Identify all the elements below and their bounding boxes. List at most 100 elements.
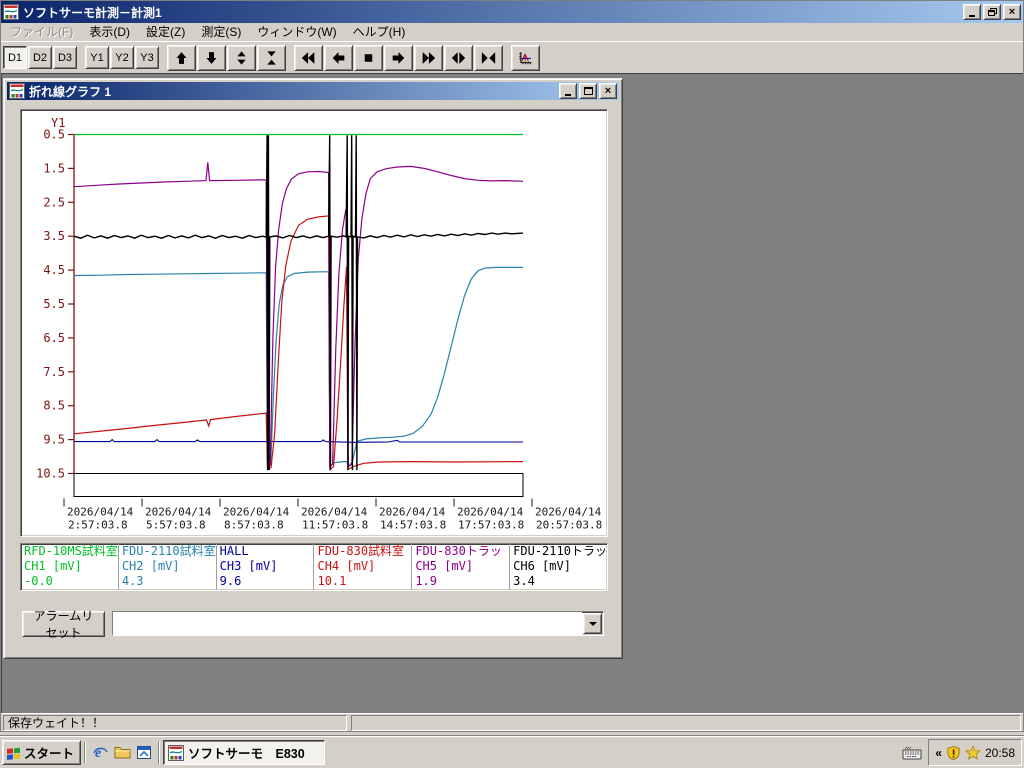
left-arrow-button[interactable] xyxy=(324,44,353,71)
toolbar-button-d2[interactable]: D2 xyxy=(28,46,52,69)
app-titlebar[interactable]: ソフトサーモ計測－計測1 × xyxy=(1,1,1023,23)
legend-value: 10.1 xyxy=(317,574,347,588)
menu-item[interactable]: 表示(D) xyxy=(81,24,138,41)
svg-text:20:57:03.8: 20:57:03.8 xyxy=(536,519,602,532)
folder-icon[interactable] xyxy=(111,740,133,765)
graph-setup-icon xyxy=(519,51,532,64)
collapse-horizontal-button[interactable] xyxy=(474,44,503,71)
skip-forward-button[interactable] xyxy=(414,44,443,71)
graph-minimize-button[interactable] xyxy=(559,83,577,99)
combobox-dropdown-button[interactable] xyxy=(583,613,602,634)
windows-logo-icon xyxy=(6,746,21,760)
menu-item[interactable]: 測定(S) xyxy=(193,24,249,41)
menu-item[interactable]: 設定(Z) xyxy=(138,24,193,41)
menu-item[interactable]: ヘルプ(H) xyxy=(345,24,414,41)
star-icon[interactable] xyxy=(964,745,981,760)
skip-back-button[interactable] xyxy=(294,44,323,71)
right-arrow-button[interactable] xyxy=(384,44,413,71)
screen: ソフトサーモ計測－計測1 × ファイル(F) 表示(D) 設定(Z) 測定(S) ウィン… xyxy=(0,0,1024,768)
toolbar-button-d3[interactable]: D3 xyxy=(53,46,77,69)
right-arrow-icon xyxy=(392,51,405,64)
svg-text:2026/04/14: 2026/04/14 xyxy=(223,506,290,519)
toolbar-button-y2[interactable]: Y2 xyxy=(110,46,134,69)
toolbar-button-y3[interactable]: Y3 xyxy=(135,46,159,69)
graph-window: 折れ線グラフ 1 × Y1 0.5 1.5 2.5 3.5 4.5 5.5 6.5 7.5 8.5… xyxy=(3,78,623,659)
graph-maximize-button[interactable] xyxy=(579,83,597,99)
alarm-combobox-value[interactable] xyxy=(113,612,582,635)
task-button-softthermo[interactable]: ソフトサーモ E830 xyxy=(163,740,326,765)
window-icon[interactable] xyxy=(133,740,155,765)
app-icon xyxy=(3,4,19,20)
legend-cell-ch2: FDU-2110試料室 CH2 [mV] 4.3 xyxy=(119,544,217,590)
menu-item[interactable]: ファイル(F) xyxy=(2,24,81,41)
keyboard-icon[interactable] xyxy=(902,746,922,760)
legend-cell-ch3: HALL CH3 [mV] 9.6 xyxy=(217,544,315,590)
collapse-horizontal-icon xyxy=(481,51,496,64)
svg-text:2:57:03.8: 2:57:03.8 xyxy=(68,519,128,532)
svg-text:11:57:03.8: 11:57:03.8 xyxy=(302,519,368,532)
status-message: 保存ウェイト！！ xyxy=(3,715,347,731)
app-icon xyxy=(168,744,185,761)
chevron-down-icon xyxy=(588,621,597,626)
graph-window-icon xyxy=(9,83,25,99)
legend-name: FDU-2110トラッ xyxy=(513,544,607,558)
svg-text:6.5: 6.5 xyxy=(43,331,65,345)
legend-cell-ch1: RFD-10MS試料室 CH1 [mV] -0.0 xyxy=(21,544,119,590)
legend-cell-ch4: FDU-830試料室 CH4 [mV] 10.1 xyxy=(314,544,413,590)
graph-setup-button[interactable] xyxy=(511,44,540,71)
collapse-vertical-button[interactable] xyxy=(257,44,286,71)
ie-icon[interactable]: e xyxy=(89,740,111,765)
left-arrow-icon xyxy=(332,51,345,64)
legend-cell-ch5: FDU-830トラッ CH5 [mV] 1.9 xyxy=(412,544,511,590)
toolbar-button-y1[interactable]: Y1 xyxy=(85,46,109,69)
minimize-button[interactable] xyxy=(963,4,981,20)
down-arrow-button[interactable] xyxy=(197,44,226,71)
tray-chevron[interactable]: « xyxy=(935,746,942,760)
legend-cell-ch6: FDU-2110トラッ CH6 [mV] 3.4 xyxy=(510,544,607,590)
skip-back-icon xyxy=(301,51,315,64)
svg-text:14:57:03.8: 14:57:03.8 xyxy=(380,519,446,532)
statusbar: 保存ウェイト！！ xyxy=(1,713,1023,731)
menu-item[interactable]: ウィンドウ(W) xyxy=(249,24,344,41)
expand-horizontal-button[interactable] xyxy=(444,44,473,71)
legend-channel: CH4 [mV] xyxy=(317,559,376,573)
expand-vertical-icon xyxy=(237,50,246,65)
up-arrow-button[interactable] xyxy=(167,44,196,71)
start-button[interactable]: スタート xyxy=(2,740,82,765)
legend-value: 4.3 xyxy=(121,574,144,588)
legend-value: 9.6 xyxy=(219,574,242,588)
restore-button[interactable] xyxy=(983,4,1001,20)
expand-vertical-button[interactable] xyxy=(227,44,256,71)
up-arrow-icon xyxy=(176,51,187,64)
mdi-client-area: 折れ線グラフ 1 × Y1 0.5 1.5 2.5 3.5 4.5 5.5 6.5 7.5 8.5… xyxy=(1,73,1023,713)
legend-name: FDU-2110試料室 xyxy=(121,544,216,558)
svg-text:8:57:03.8: 8:57:03.8 xyxy=(224,519,284,532)
graph-window-titlebar[interactable]: 折れ線グラフ 1 × xyxy=(7,82,619,100)
svg-text:2026/04/14: 2026/04/14 xyxy=(535,506,602,519)
legend-name: FDU-830試料室 xyxy=(317,544,405,558)
toolbar-button-d1[interactable]: D1 xyxy=(3,46,27,69)
svg-text:8.5: 8.5 xyxy=(43,399,65,413)
alarm-reset-button[interactable]: アラームリセット xyxy=(22,609,105,640)
clock: 20:58 xyxy=(984,745,1015,760)
menubar: ファイル(F) 表示(D) 設定(Z) 測定(S) ウィンドウ(W) ヘルプ(H) xyxy=(1,23,1023,41)
stop-button[interactable] xyxy=(354,44,383,71)
taskbar-divider xyxy=(158,741,161,764)
task-button-label: ソフトサーモ E830 xyxy=(188,747,305,761)
svg-text:17:57:03.8: 17:57:03.8 xyxy=(458,519,524,532)
app-title: ソフトサーモ計測－計測1 xyxy=(23,5,162,20)
shield-icon[interactable] xyxy=(946,745,961,761)
svg-text:2026/04/14: 2026/04/14 xyxy=(145,506,212,519)
legend-value: 1.9 xyxy=(415,574,437,588)
legend-name: RFD-10MS試料室 xyxy=(24,544,118,558)
down-arrow-icon xyxy=(206,51,217,64)
svg-text:9.5: 9.5 xyxy=(43,433,65,447)
svg-text:4.5: 4.5 xyxy=(43,263,65,277)
legend-name: FDU-830トラッ xyxy=(415,544,502,558)
graph-close-button[interactable]: × xyxy=(599,83,617,99)
system-tray: « 20:58 xyxy=(928,739,1022,766)
svg-text:10.5: 10.5 xyxy=(36,467,65,481)
stop-icon xyxy=(364,53,373,62)
alarm-combobox[interactable] xyxy=(112,611,604,636)
close-button[interactable]: × xyxy=(1003,4,1021,20)
